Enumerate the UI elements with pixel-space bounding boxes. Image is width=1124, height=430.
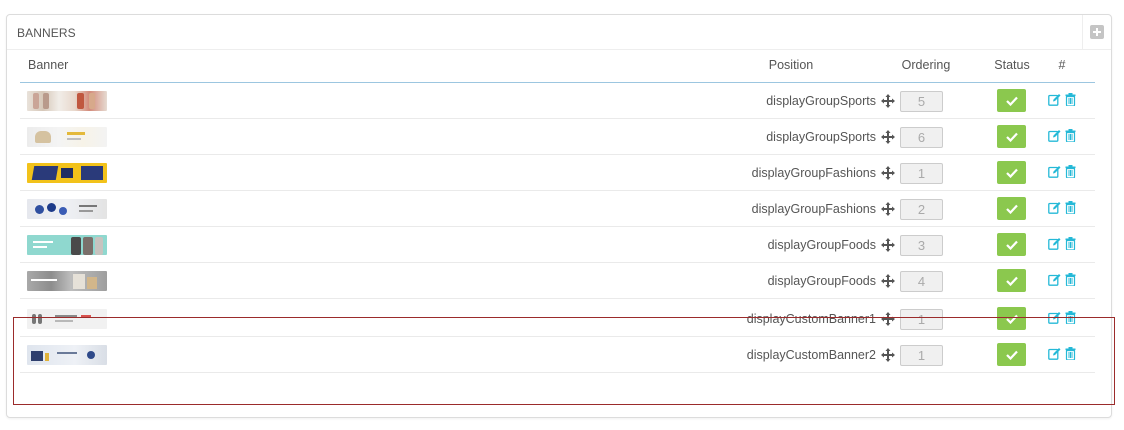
position-label: displayCustomBanner1 [746,312,876,326]
panel-title: BANNERS [17,26,76,40]
edit-icon[interactable] [1048,311,1061,324]
banner-thumbnail[interactable] [27,271,107,291]
column-header-status: Status [994,58,1030,72]
drag-handle-icon[interactable] [880,237,896,253]
column-header-actions: # [1058,58,1066,72]
ordering-input[interactable]: 1 [900,309,943,330]
edit-icon[interactable] [1048,93,1061,106]
trash-icon[interactable] [1065,347,1076,360]
table-row: displayCustomBanner2 1 [20,337,1095,373]
drag-handle-icon[interactable] [880,311,896,327]
table-row: displayCustomBanner1 1 [20,301,1095,337]
drag-handle-icon[interactable] [880,93,896,109]
ordering-input[interactable]: 2 [900,199,943,220]
trash-icon[interactable] [1065,273,1076,286]
trash-icon[interactable] [1065,93,1076,106]
position-label: displayCustomBanner2 [746,348,876,362]
trash-icon[interactable] [1065,201,1076,214]
banner-thumbnail[interactable] [27,345,107,365]
status-toggle[interactable] [997,125,1026,148]
drag-handle-icon[interactable] [880,201,896,217]
table-row: displayGroupFashions 1 [20,155,1095,191]
table-row: displayGroupSports 6 [20,119,1095,155]
banner-thumbnail[interactable] [27,91,107,111]
check-icon [1005,132,1018,142]
check-icon [1005,314,1018,324]
position-label: displayGroupFoods [767,274,876,288]
position-label: displayGroupFashions [751,202,876,216]
table-row: displayGroupSports 5 [20,83,1095,119]
status-toggle[interactable] [997,307,1026,330]
plus-icon [1090,25,1104,39]
check-icon [1005,276,1018,286]
status-toggle[interactable] [997,89,1026,112]
table-row: displayGroupFashions 2 [20,191,1095,227]
status-toggle[interactable] [997,269,1026,292]
banner-thumbnail[interactable] [27,163,107,183]
position-label: displayGroupSports [766,130,876,144]
column-header-banner: Banner [28,58,69,72]
ordering-input[interactable]: 3 [900,235,943,256]
ordering-input[interactable]: 1 [900,345,943,366]
ordering-input[interactable]: 4 [900,271,943,292]
drag-handle-icon[interactable] [880,165,896,181]
position-label: displayGroupFashions [751,166,876,180]
edit-icon[interactable] [1048,237,1061,250]
status-toggle[interactable] [997,343,1026,366]
status-toggle[interactable] [997,161,1026,184]
check-icon [1005,240,1018,250]
check-icon [1005,96,1018,106]
banner-thumbnail[interactable] [27,235,107,255]
trash-icon[interactable] [1065,311,1076,324]
table-header: Banner Position Ordering Status # [20,52,1095,83]
check-icon [1005,204,1018,214]
add-banner-button[interactable] [1082,15,1111,49]
edit-icon[interactable] [1048,347,1061,360]
ordering-input[interactable]: 1 [900,163,943,184]
ordering-input[interactable]: 5 [900,91,943,112]
drag-handle-icon[interactable] [880,347,896,363]
ordering-input[interactable]: 6 [900,127,943,148]
column-header-ordering: Ordering [901,58,951,72]
drag-handle-icon[interactable] [880,273,896,289]
banner-thumbnail[interactable] [27,309,107,329]
banner-thumbnail[interactable] [27,127,107,147]
check-icon [1005,350,1018,360]
table-row: displayGroupFoods 4 [20,263,1095,299]
column-header-position: Position [768,58,814,72]
panel-header: BANNERS [7,15,1111,50]
check-icon [1005,168,1018,178]
edit-icon[interactable] [1048,273,1061,286]
edit-icon[interactable] [1048,201,1061,214]
trash-icon[interactable] [1065,237,1076,250]
table-row: displayGroupFoods 3 [20,227,1095,263]
trash-icon[interactable] [1065,165,1076,178]
drag-handle-icon[interactable] [880,129,896,145]
status-toggle[interactable] [997,233,1026,256]
banners-table: Banner Position Ordering Status # displa… [20,52,1095,373]
edit-icon[interactable] [1048,129,1061,142]
edit-icon[interactable] [1048,165,1061,178]
status-toggle[interactable] [997,197,1026,220]
trash-icon[interactable] [1065,129,1076,142]
banner-thumbnail[interactable] [27,199,107,219]
position-label: displayGroupFoods [767,238,876,252]
position-label: displayGroupSports [766,94,876,108]
